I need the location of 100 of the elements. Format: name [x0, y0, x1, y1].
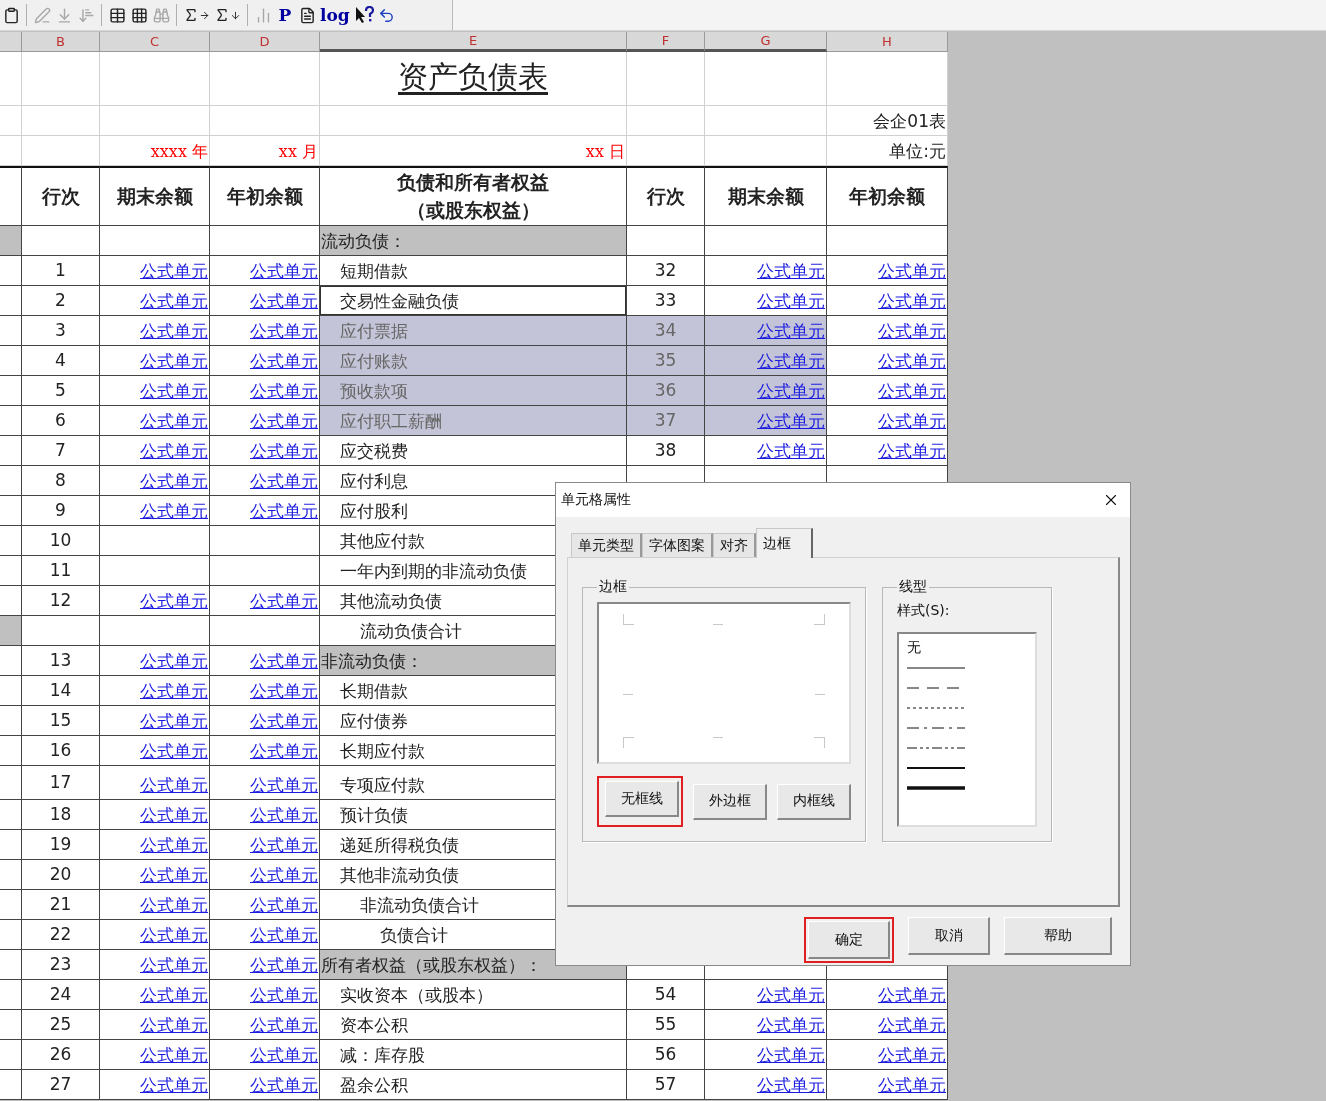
line-number: 54: [654, 983, 677, 1004]
formula-cell-text: 公式单元: [140, 680, 208, 703]
formula-cell-text: 公式单元: [140, 410, 208, 433]
formula-cell-text: 公式单元: [140, 924, 208, 947]
item-label: 预计负债: [340, 804, 408, 827]
formula-cell-text: 公式单元: [250, 410, 318, 433]
border-button[interactable]: 无框线: [605, 781, 679, 817]
formula-cell-text: 公式单元: [757, 1074, 825, 1097]
line-number: 27: [49, 1073, 72, 1094]
column-header[interactable]: G: [705, 32, 827, 52]
line-number: 21: [49, 893, 72, 914]
item-label: 其他应付款: [340, 530, 425, 553]
border-button[interactable]: 外边框: [693, 783, 767, 820]
formula-cell-text: 公式单元: [250, 290, 318, 313]
column-header[interactable]: C: [100, 32, 210, 52]
border-button[interactable]: 内框线: [777, 783, 851, 820]
item-label: 预收款项: [340, 380, 408, 403]
column-header[interactable]: D: [210, 32, 320, 52]
line-number: 7: [55, 439, 66, 460]
line-number: 1: [55, 259, 66, 280]
formula-cell-text: 公式单元: [757, 350, 825, 373]
toolbar-button[interactable]: P: [274, 3, 296, 27]
formula-cell-text: 公式单元: [140, 590, 208, 613]
item-label: 实收资本（或股本）: [340, 984, 493, 1007]
formula-cell-text: 公式单元: [140, 804, 208, 827]
formula-cell-text: 公式单元: [250, 924, 318, 947]
line-number: 25: [49, 1013, 72, 1034]
formula-cell-text: 公式单元: [878, 440, 946, 463]
column-title: 行次: [646, 183, 685, 209]
item-label: 负债合计: [380, 924, 448, 947]
toolbar-button[interactable]: log: [318, 3, 352, 27]
column-title: 年初余额: [226, 183, 303, 209]
formula-cell-text: 公式单元: [757, 1044, 825, 1067]
formula-cell-text: 公式单元: [878, 410, 946, 433]
formula-cell-text: 公式单元: [250, 740, 318, 763]
formula-cell-text: 公式单元: [250, 954, 318, 977]
line-number: 10: [49, 529, 72, 550]
line-number: 19: [49, 833, 72, 854]
formula-cell-text: 公式单元: [250, 680, 318, 703]
formula-cell-text: 公式单元: [757, 410, 825, 433]
formula-cell-text: 公式单元: [757, 320, 825, 343]
formula-cell-text: 公式单元: [250, 710, 318, 733]
formula-cell-text: 公式单元: [878, 984, 946, 1007]
line-number: 15: [49, 709, 72, 730]
line-number: 8: [55, 469, 66, 490]
line-number: 35: [654, 349, 677, 370]
formula-cell-text: 公式单元: [878, 260, 946, 283]
tab[interactable]: 单元类型: [571, 533, 642, 557]
line-style-list[interactable]: 无: [897, 632, 1037, 827]
column-title: （或股东权益）: [406, 197, 540, 223]
line-number: 34: [654, 319, 677, 340]
column-title: 负债和所有者权益: [397, 169, 549, 195]
formula-cell-text: 公式单元: [140, 1044, 208, 1067]
line-number: 3: [55, 319, 66, 340]
line-number: 57: [654, 1073, 677, 1094]
dialog-button[interactable]: 确定: [808, 921, 890, 959]
column-header[interactable]: H: [827, 32, 948, 52]
formula-cell-text: 公式单元: [140, 650, 208, 673]
list-label: 样式(S):: [897, 602, 951, 620]
column-title: 期末余额: [116, 183, 193, 209]
item-label: 应付股利: [340, 500, 408, 523]
item-label: 长期借款: [340, 680, 408, 703]
formula-cell-text: 公式单元: [140, 320, 208, 343]
line-number: 24: [49, 983, 72, 1004]
line-number: 20: [49, 863, 72, 884]
line-number: 22: [49, 923, 72, 944]
formula-cell-text: 公式单元: [250, 500, 318, 523]
line-style-option[interactable]: 无: [907, 639, 921, 657]
line-number: 56: [654, 1043, 677, 1064]
formula-cell-text: 公式单元: [250, 320, 318, 343]
tab[interactable]: 对齐: [713, 533, 756, 557]
formula-cell-text: 公式单元: [250, 440, 318, 463]
item-label: 流动负债合计: [360, 620, 462, 643]
line-number: 2: [55, 289, 66, 310]
formula-cell-text: 公式单元: [250, 864, 318, 887]
group-label: 线型: [898, 578, 928, 596]
formula-cell-text: 公式单元: [878, 290, 946, 313]
item-label: 应付利息: [340, 470, 408, 493]
formula-cell-text: 公式单元: [250, 804, 318, 827]
tab[interactable]: 字体图案: [642, 533, 713, 557]
dialog-button[interactable]: 取消: [908, 917, 990, 955]
dialog-button[interactable]: 帮助: [1004, 917, 1112, 955]
formula-cell-text: 公式单元: [250, 1074, 318, 1097]
item-label: 应付职工薪酬: [340, 410, 442, 433]
line-number: 23: [49, 953, 72, 974]
item-label: 交易性金融负债: [340, 290, 459, 313]
item-label: 流动负债：: [321, 230, 406, 253]
tab[interactable]: 边框: [756, 528, 813, 558]
dialog-title: 单元格属性: [561, 491, 631, 509]
item-label: 长期应付款: [340, 740, 425, 763]
formula-cell-text: 公式单元: [250, 260, 318, 283]
day-field: xx 日: [585, 142, 625, 163]
column-header[interactable]: B: [22, 32, 100, 52]
column-header[interactable]: F: [627, 32, 705, 52]
formula-cell-text: 公式单元: [878, 1044, 946, 1067]
formula-cell-text: 公式单元: [140, 954, 208, 977]
item-label: 一年内到期的非流动负债: [340, 560, 527, 583]
column-header[interactable]: E: [320, 32, 627, 52]
formula-cell-text: 公式单元: [250, 1014, 318, 1037]
item-label: 其他非流动负债: [340, 864, 459, 887]
